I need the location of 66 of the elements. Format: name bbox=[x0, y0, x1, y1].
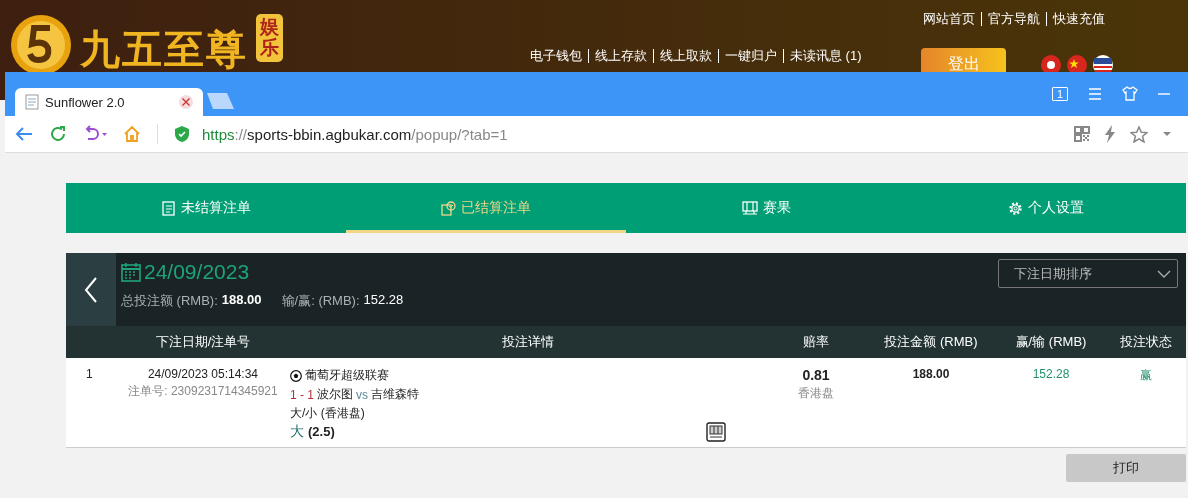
shirt-icon[interactable] bbox=[1122, 86, 1138, 101]
nav-link[interactable]: 一键归户 bbox=[718, 49, 783, 63]
home-icon[interactable] bbox=[123, 125, 141, 143]
home-team: 波尔图 bbox=[317, 386, 353, 403]
chevron-left-icon bbox=[84, 276, 98, 303]
back-button[interactable] bbox=[66, 253, 116, 326]
list-icon bbox=[161, 200, 176, 216]
site-link[interactable]: 快速充值 bbox=[1046, 12, 1111, 26]
column-header: 投注金额 (RMB) bbox=[883, 333, 979, 351]
star-icon[interactable] bbox=[1130, 125, 1148, 143]
site-link[interactable]: 官方导航 bbox=[981, 12, 1046, 26]
address-bar[interactable]: https://sports-bbin.agbukar.com/popup/?tab=1 bbox=[202, 125, 508, 143]
stake-amount: 188.00 bbox=[911, 367, 951, 383]
column-header: 下注日期/注单号 bbox=[154, 333, 252, 351]
bet-line: (2.5) bbox=[308, 424, 335, 439]
ticket-number: 注单号: 2309231714345921 bbox=[128, 383, 278, 400]
new-tab-icon[interactable] bbox=[207, 92, 235, 110]
row-number: 1 bbox=[85, 367, 94, 383]
total-stake-value: 188.00 bbox=[221, 292, 262, 309]
nav-link[interactable]: 线上存款 bbox=[588, 49, 653, 63]
odds-value: 0.81 bbox=[802, 367, 830, 383]
bet-market: 大/小 (香港盘) bbox=[290, 405, 366, 422]
logo-badge: 娱乐 bbox=[256, 14, 283, 62]
site-link[interactable]: 网站首页 bbox=[923, 12, 981, 26]
lightning-icon[interactable] bbox=[1104, 125, 1116, 143]
calendar-icon bbox=[121, 262, 141, 282]
nav-link[interactable]: 未读讯息 (1) bbox=[783, 49, 868, 63]
scoreboard-icon[interactable] bbox=[706, 422, 726, 442]
total-stake-label: 总投注额 (RMB): bbox=[121, 292, 218, 310]
match-score: 1 - 1 bbox=[290, 387, 314, 402]
menu-icon[interactable] bbox=[1088, 87, 1102, 100]
versus-label: vs bbox=[356, 387, 368, 402]
bet-date: 24/09/2023 05:14:34 bbox=[147, 367, 259, 381]
minimize-icon[interactable] bbox=[1158, 92, 1170, 95]
odds-type: 香港盘 bbox=[798, 385, 834, 402]
column-header: 赢/输 (RMB) bbox=[1014, 333, 1088, 351]
undo-icon[interactable] bbox=[83, 125, 107, 143]
page-icon bbox=[25, 94, 39, 110]
document-check-icon bbox=[441, 200, 456, 216]
column-header: 投注状态 bbox=[1119, 333, 1173, 351]
league-name: 葡萄牙超级联赛 bbox=[305, 367, 389, 384]
sort-dropdown[interactable]: 下注日期排序 bbox=[998, 259, 1178, 288]
back-icon[interactable] bbox=[15, 126, 33, 142]
scoreboard-icon bbox=[741, 201, 758, 215]
win-loss-value: 152.28 bbox=[363, 292, 404, 309]
away-team: 吉维森特 bbox=[371, 386, 419, 403]
reload-icon[interactable] bbox=[49, 125, 67, 143]
win-loss-amount: 152.28 bbox=[1031, 367, 1071, 383]
column-header: 投注详情 bbox=[501, 333, 555, 351]
print-button[interactable]: 打印 bbox=[1066, 454, 1186, 482]
nav-link[interactable]: 电子钱包 bbox=[530, 49, 588, 63]
close-icon[interactable] bbox=[179, 95, 193, 109]
settings-icon bbox=[1008, 200, 1023, 216]
bet-status: 赢 bbox=[1139, 367, 1153, 384]
logo-text: 九五至尊 bbox=[80, 26, 248, 73]
column-header: 赔率 bbox=[802, 333, 830, 351]
soccer-ball-icon bbox=[290, 369, 302, 382]
nav-link[interactable]: 线上取款 bbox=[653, 49, 718, 63]
chevron-down-icon bbox=[1157, 269, 1171, 278]
browser-tab[interactable]: Sunflower 2.0 bbox=[15, 88, 203, 116]
caret-icon[interactable] bbox=[1162, 131, 1172, 137]
shield-icon bbox=[174, 125, 190, 143]
summary-date: 24/09/2023 bbox=[144, 260, 250, 284]
qr-code-icon[interactable] bbox=[1074, 126, 1090, 142]
win-loss-label: 输/赢: (RMB): bbox=[281, 292, 360, 310]
bet-pick: 大 bbox=[290, 423, 304, 441]
